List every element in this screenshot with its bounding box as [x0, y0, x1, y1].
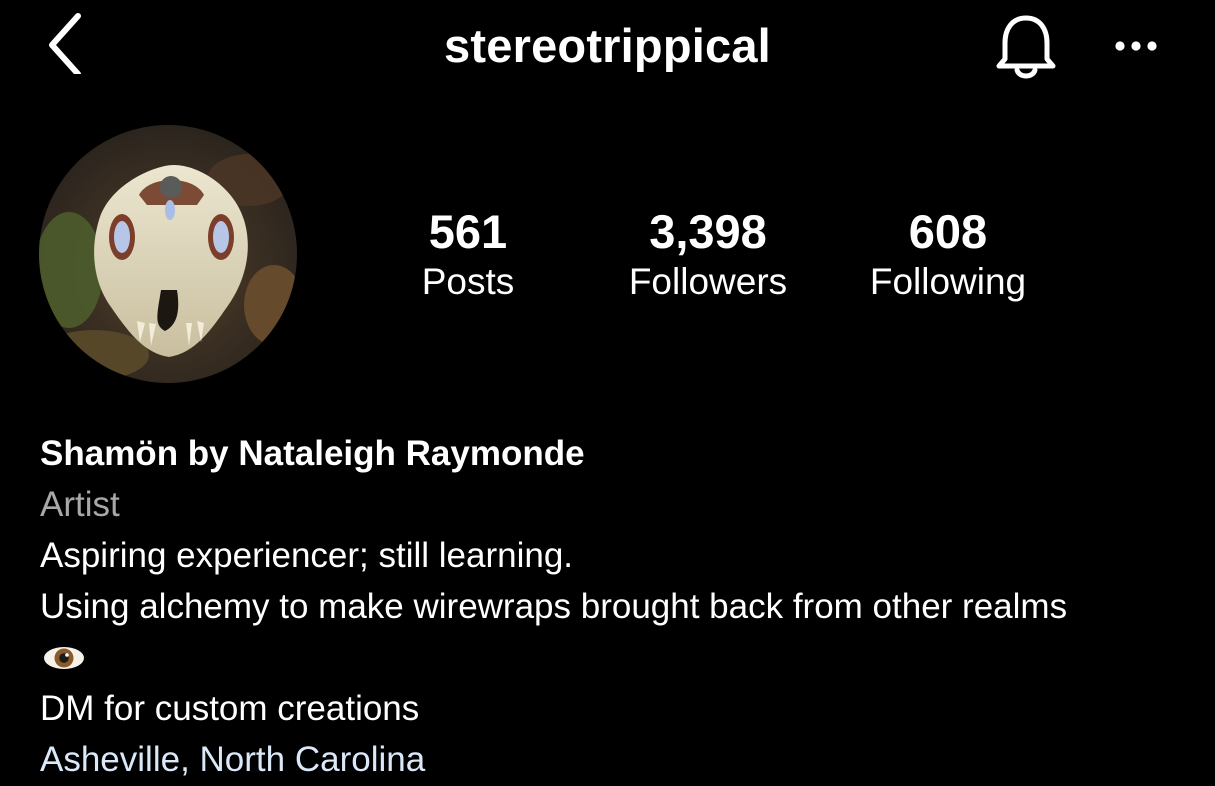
top-navigation-bar: stereotrippical [0, 0, 1215, 95]
bio-line-2: Using alchemy to make wirewraps brought … [40, 587, 1068, 626]
posts-label: Posts [421, 261, 515, 302]
bell-icon [996, 15, 1056, 79]
following-count: 608 [908, 205, 988, 258]
notifications-button[interactable] [988, 10, 1064, 84]
followers-label: Followers [628, 261, 788, 302]
following-label: Following [869, 261, 1027, 302]
more-horizontal-icon [1115, 41, 1157, 51]
bio-line-3: DM for custom creations [40, 689, 420, 728]
following-stat[interactable]: 608 Following [838, 200, 1058, 304]
location-link[interactable]: Asheville, North Carolina [40, 734, 1190, 785]
profile-category: Artist [40, 485, 120, 524]
posts-stat[interactable]: 561 Posts [358, 200, 578, 304]
eye-icon [44, 646, 84, 669]
posts-count: 561 [428, 205, 508, 258]
followers-stat[interactable]: 3,398 Followers [598, 200, 818, 304]
bio-line-1: Aspiring experiencer; still learning. [40, 536, 574, 575]
avatar [39, 125, 297, 383]
profile-avatar[interactable] [39, 125, 297, 383]
profile-bio: Shamön by Nataleigh Raymonde Artist Aspi… [40, 428, 1190, 785]
more-options-button[interactable] [1106, 26, 1172, 66]
display-name: Shamön by Nataleigh Raymonde [40, 434, 585, 473]
followers-count: 3,398 [649, 205, 767, 258]
bio-emoji-line [40, 632, 1190, 683]
